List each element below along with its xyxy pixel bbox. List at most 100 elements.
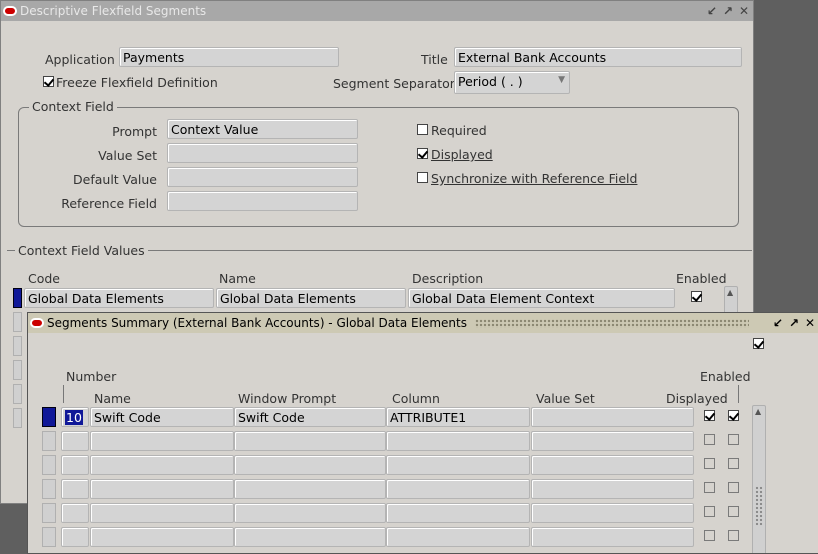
- displayed-checkbox[interactable]: [704, 530, 715, 541]
- enabled-checkbox[interactable]: [728, 434, 739, 445]
- enabled-checkbox[interactable]: [728, 410, 739, 421]
- maximize-icon[interactable]: ↗: [721, 4, 735, 18]
- code-cell[interactable]: Global Data Elements: [24, 288, 214, 308]
- row-selector[interactable]: [13, 312, 22, 332]
- row-selector[interactable]: [42, 431, 56, 451]
- enabled-checkbox[interactable]: [728, 458, 739, 469]
- name-cell[interactable]: [90, 503, 234, 523]
- toggle-checkbox[interactable]: [753, 338, 764, 349]
- separator-label: Segment Separator: [333, 76, 455, 91]
- value-set-field[interactable]: [167, 143, 358, 163]
- synchronize-label: Synchronize with Reference Field: [431, 171, 638, 186]
- value-set-cell[interactable]: [531, 503, 694, 523]
- row-selector[interactable]: [13, 360, 22, 380]
- row-selector[interactable]: [13, 288, 22, 308]
- window-titlebar[interactable]: Segments Summary (External Bank Accounts…: [28, 313, 818, 333]
- value-set-cell[interactable]: [531, 431, 694, 451]
- application-field[interactable]: Payments: [119, 47, 339, 67]
- default-value-field[interactable]: [167, 167, 358, 187]
- maximize-icon[interactable]: ↗: [787, 316, 801, 330]
- close-icon[interactable]: ✕: [737, 4, 751, 18]
- required-label: Required: [431, 123, 487, 138]
- displayed-label: Displayed: [431, 147, 493, 162]
- freeze-checkbox[interactable]: [43, 76, 54, 87]
- minimize-icon[interactable]: ↙: [771, 316, 785, 330]
- row-selector[interactable]: [42, 407, 56, 427]
- name-cell[interactable]: Swift Code: [90, 407, 234, 427]
- window-prompt-cell[interactable]: [234, 455, 386, 475]
- window-title: Descriptive Flexfield Segments: [20, 4, 207, 18]
- enabled-checkbox[interactable]: [728, 530, 739, 541]
- window-prompt-column-header: Window Prompt: [238, 391, 337, 406]
- displayed-checkbox[interactable]: [704, 482, 715, 493]
- description-cell[interactable]: Global Data Element Context: [408, 288, 675, 308]
- synchronize-checkbox[interactable]: [417, 172, 428, 183]
- description-column-header: Description: [412, 271, 484, 286]
- displayed-checkbox[interactable]: [704, 506, 715, 517]
- row-selector[interactable]: [42, 527, 56, 547]
- scroll-up-icon[interactable]: ▲: [755, 407, 761, 416]
- column-cell[interactable]: [386, 527, 530, 547]
- required-checkbox[interactable]: [417, 124, 428, 135]
- displayed-checkbox[interactable]: [704, 410, 715, 421]
- column-cell[interactable]: [386, 503, 530, 523]
- window-prompt-cell[interactable]: Swift Code: [234, 407, 386, 427]
- number-cell[interactable]: 10: [61, 407, 89, 427]
- row-selector[interactable]: [13, 336, 22, 356]
- displayed-checkbox[interactable]: [704, 434, 715, 445]
- row-selector[interactable]: [42, 503, 56, 523]
- name-cell[interactable]: [90, 479, 234, 499]
- row-selector[interactable]: [13, 408, 22, 428]
- header-tick: [63, 385, 64, 403]
- column-cell[interactable]: [386, 455, 530, 475]
- row-selector[interactable]: [42, 479, 56, 499]
- number-cell[interactable]: [61, 455, 89, 475]
- title-field[interactable]: External Bank Accounts: [454, 47, 742, 67]
- displayed-checkbox[interactable]: [417, 148, 428, 159]
- window-prompt-cell[interactable]: [234, 503, 386, 523]
- number-cell[interactable]: [61, 527, 89, 547]
- row-selector[interactable]: [13, 384, 22, 404]
- name-cell[interactable]: [90, 527, 234, 547]
- window-prompt-cell[interactable]: [234, 431, 386, 451]
- header-tick: [738, 385, 739, 403]
- row-selector[interactable]: [42, 455, 56, 475]
- enabled-checkbox[interactable]: [728, 506, 739, 517]
- name-cell[interactable]: Global Data Elements: [216, 288, 406, 308]
- number-cell[interactable]: [61, 503, 89, 523]
- reference-field[interactable]: [167, 191, 358, 211]
- displayed-checkbox[interactable]: [704, 458, 715, 469]
- prompt-field[interactable]: Context Value: [167, 119, 358, 139]
- value-set-cell[interactable]: [531, 407, 694, 427]
- column-cell[interactable]: [386, 479, 530, 499]
- scroll-thumb-grip[interactable]: [755, 486, 763, 526]
- close-icon[interactable]: ✕: [803, 316, 817, 330]
- separator-select[interactable]: Period ( . ) ▼: [454, 71, 570, 94]
- segments-scrollbar[interactable]: ▲: [752, 405, 766, 553]
- column-cell[interactable]: [386, 431, 530, 451]
- number-cell[interactable]: [61, 431, 89, 451]
- oracle-icon: [30, 318, 44, 328]
- window-titlebar[interactable]: Descriptive Flexfield Segments ↙ ↗ ✕: [1, 1, 753, 21]
- value-set-cell[interactable]: [531, 455, 694, 475]
- column-cell[interactable]: ATTRIBUTE1: [386, 407, 530, 427]
- enabled-column-header: Enabled: [700, 369, 751, 384]
- window-prompt-cell[interactable]: [234, 479, 386, 499]
- number-column-header: Number: [66, 369, 117, 384]
- enabled-checkbox[interactable]: [728, 482, 739, 493]
- minimize-icon[interactable]: ↙: [705, 4, 719, 18]
- number-value: 10: [65, 410, 83, 425]
- value-set-label: Value Set: [98, 148, 157, 163]
- scroll-up-icon[interactable]: ▲: [727, 288, 733, 297]
- number-cell[interactable]: [61, 479, 89, 499]
- value-set-cell[interactable]: [531, 479, 694, 499]
- context-values-heading: Context Field Values: [15, 243, 148, 258]
- separator-value: Period ( . ): [458, 74, 523, 89]
- value-set-cell[interactable]: [531, 527, 694, 547]
- enabled-checkbox[interactable]: [691, 291, 702, 302]
- application-label: Application: [45, 52, 115, 67]
- window-prompt-cell[interactable]: [234, 527, 386, 547]
- name-cell[interactable]: [90, 431, 234, 451]
- name-cell[interactable]: [90, 455, 234, 475]
- column-column-header: Column: [392, 391, 440, 406]
